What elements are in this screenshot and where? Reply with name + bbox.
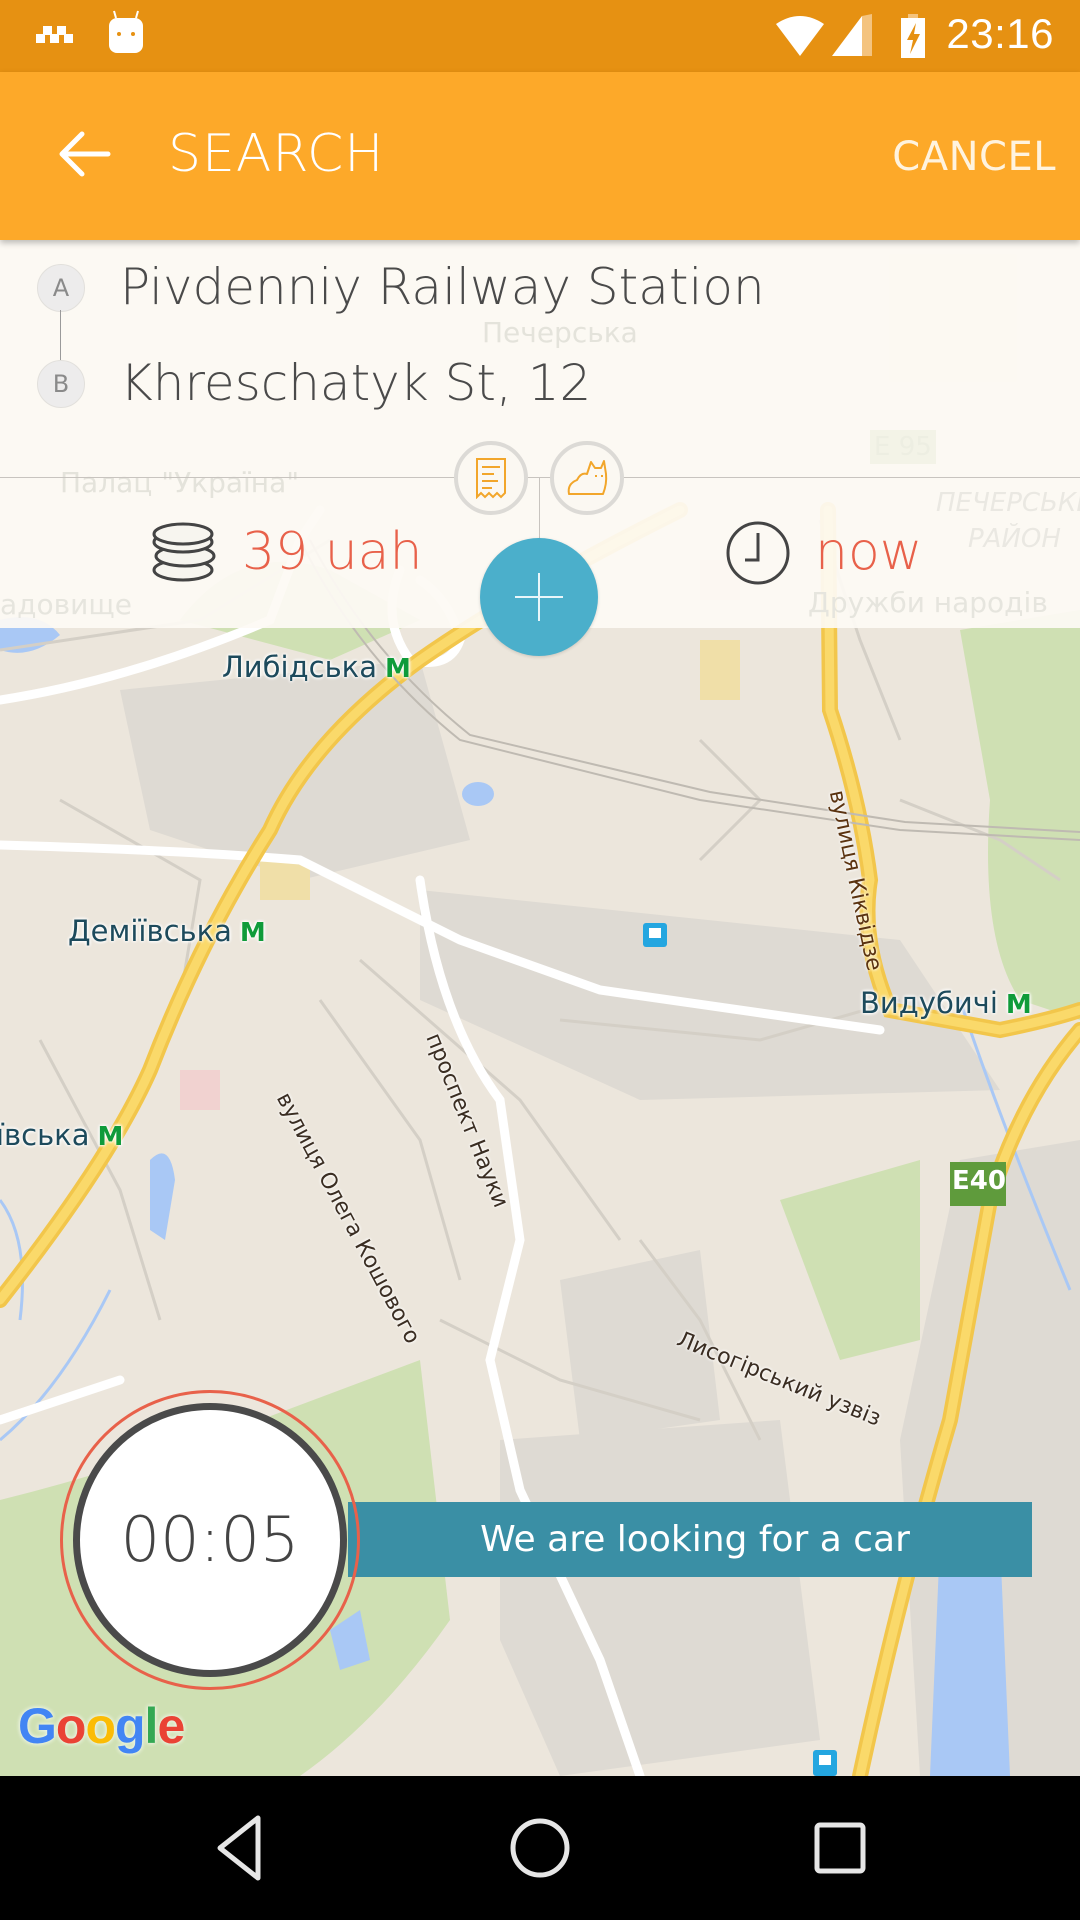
faded-map-label: Палац "Україна" (60, 466, 300, 499)
recents-square-icon[interactable] (800, 1808, 880, 1888)
taxi-checker-icon (36, 26, 73, 43)
status-bar: 23:16 (0, 0, 1080, 72)
divider (539, 477, 540, 539)
receipt-button[interactable] (454, 441, 528, 515)
receipt-icon (476, 458, 506, 499)
metro-label-vydubychi[interactable]: Видубичі M (860, 986, 1032, 1020)
metro-label-lybidska[interactable]: Либідська M (222, 650, 411, 684)
park-area (780, 1160, 920, 1360)
plus-icon (515, 573, 563, 621)
arrow-left-icon[interactable] (52, 122, 116, 186)
search-status-banner: We are looking for a car (348, 1502, 1032, 1577)
metro-icon: M (384, 654, 411, 684)
clock-icon (726, 521, 790, 585)
origin-marker: A (37, 264, 85, 312)
destination-address[interactable]: Khreschatyk St, 12 (120, 354, 591, 412)
pet-button[interactable] (550, 441, 624, 515)
park-area (960, 610, 1080, 1020)
urban-block (120, 660, 470, 880)
metro-label-demiivska[interactable]: Деміївська M (68, 914, 266, 948)
page-title: SEARCH (168, 124, 385, 184)
google-attribution-logo: Google (18, 1698, 185, 1754)
pet-cat-icon (567, 460, 608, 495)
water (150, 1153, 175, 1240)
home-circle-icon[interactable] (500, 1808, 580, 1888)
urban-block (500, 1420, 820, 1776)
train-station-icon (813, 1750, 837, 1776)
faded-map-label: РАЙОН (968, 524, 1061, 554)
metro-icon: M (97, 1122, 124, 1152)
faded-map-label: Дружби народів (808, 586, 1048, 619)
faded-map-label: ПЕЧЕРСЬКИЙ (936, 488, 1080, 518)
origin-address[interactable]: Pivdenniy Railway Station (120, 258, 765, 316)
highway-shield-label: E40 (952, 1166, 1006, 1196)
android-icon (109, 10, 143, 53)
faded-map-label: адовище (0, 588, 132, 621)
poi-area (700, 640, 740, 700)
cancel-button[interactable]: CANCEL (892, 134, 1056, 180)
battery-charging-icon (901, 14, 925, 58)
faded-map-label: E 95 (870, 430, 936, 464)
train-station-icon (643, 923, 667, 947)
route-connector-line (60, 310, 61, 360)
pickup-time-value[interactable]: now (815, 522, 922, 582)
system-nav-bar (0, 1776, 1080, 1920)
metro-label-partial[interactable]: ївська M (0, 1118, 123, 1152)
clock: 23:16 (946, 10, 1054, 57)
search-timer: 00:05 (120, 1503, 300, 1576)
faded-map-label: Печерська (482, 316, 638, 349)
poi-area (180, 1070, 220, 1110)
cell-signal-icon (832, 14, 872, 56)
add-button[interactable] (480, 538, 598, 656)
metro-icon: M (239, 918, 266, 948)
water (462, 782, 494, 806)
coins-icon (152, 522, 216, 582)
divider (0, 477, 1080, 478)
destination-marker: B (37, 360, 85, 408)
app-bar: SEARCH CANCEL (0, 72, 1080, 240)
wifi-icon (776, 16, 824, 56)
metro-icon: M (1005, 990, 1032, 1020)
back-triangle-icon[interactable] (200, 1808, 280, 1888)
price-value[interactable]: 39 uah (242, 522, 422, 582)
